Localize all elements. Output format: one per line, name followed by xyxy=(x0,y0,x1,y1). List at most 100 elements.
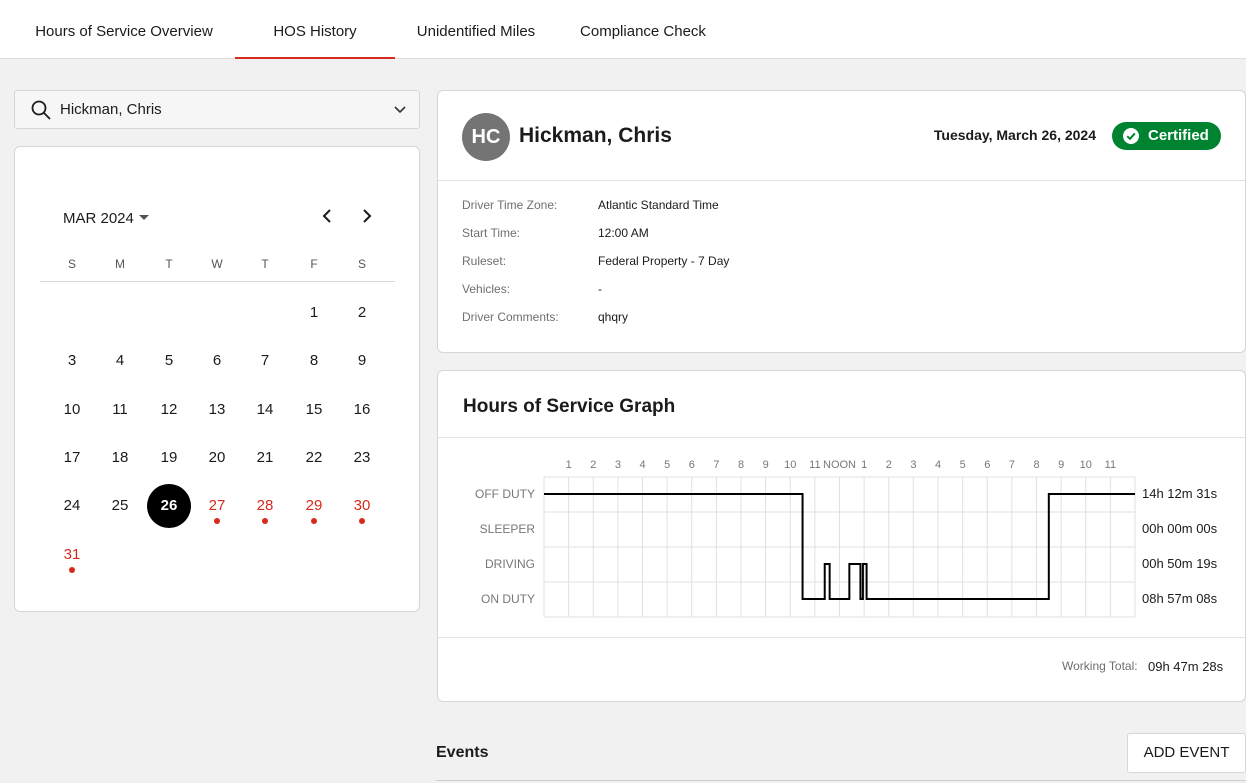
day-number: 25 xyxy=(111,497,129,515)
calendar-day-15[interactable]: 15 xyxy=(292,388,336,432)
weekday-label: M xyxy=(115,257,125,271)
hour-label: 4 xyxy=(639,459,645,471)
day-number: 26 xyxy=(160,497,178,515)
hour-label: 6 xyxy=(689,459,695,471)
hour-label: 6 xyxy=(984,459,990,471)
status-row-total: 08h 57m 08s xyxy=(1142,591,1218,606)
status-row-label: DRIVING xyxy=(485,557,535,571)
calendar-day-16[interactable]: 16 xyxy=(340,388,384,432)
tab-compliance-check[interactable]: Compliance Check xyxy=(570,0,716,59)
day-number: 29 xyxy=(305,497,323,515)
calendar-day-19[interactable]: 19 xyxy=(147,436,191,480)
log-date: Tuesday, March 26, 2024 xyxy=(933,127,1096,143)
status-row-total: 00h 50m 19s xyxy=(1142,556,1218,571)
day-number: 20 xyxy=(208,448,226,466)
day-number: 5 xyxy=(164,352,174,370)
info-label: Driver Time Zone: xyxy=(462,198,558,212)
calendar-day-24[interactable]: 24 xyxy=(50,484,94,528)
calendar-day-1[interactable]: 1 xyxy=(292,291,336,335)
calendar-day-9[interactable]: 9 xyxy=(340,339,384,383)
calendar-day-6[interactable]: 6 xyxy=(195,339,239,383)
divider xyxy=(438,180,1245,181)
day-number: 15 xyxy=(305,400,323,418)
hour-label: 11 xyxy=(1105,459,1116,471)
search-value: Hickman, Chris xyxy=(60,101,162,118)
calendar-day-5[interactable]: 5 xyxy=(147,339,191,383)
calendar-divider xyxy=(40,281,395,282)
calendar-day-30[interactable]: 30 xyxy=(340,484,384,528)
calendar-day-7[interactable]: 7 xyxy=(243,339,287,383)
calendar-day-29[interactable]: 29 xyxy=(292,484,336,528)
day-number: 9 xyxy=(357,352,367,370)
day-number: 7 xyxy=(260,352,270,370)
chevron-down-icon[interactable] xyxy=(393,105,407,115)
calendar-day-31[interactable]: 31 xyxy=(50,533,94,577)
hour-label: NOON xyxy=(823,459,856,471)
driver-search-select[interactable]: Hickman, Chris xyxy=(14,90,420,129)
chevron-right-icon[interactable] xyxy=(359,207,375,225)
day-number: 30 xyxy=(353,497,371,515)
hour-label: 11 xyxy=(809,459,820,471)
event-dot xyxy=(69,566,75,573)
day-number: 28 xyxy=(256,497,274,515)
calendar-day-10[interactable]: 10 xyxy=(50,388,94,432)
calendar-day-13[interactable]: 13 xyxy=(195,388,239,432)
day-number: 22 xyxy=(305,448,323,466)
calendar-day-12[interactable]: 12 xyxy=(147,388,191,432)
info-value: Federal Property - 7 Day xyxy=(598,254,730,268)
calendar-day-17[interactable]: 17 xyxy=(50,436,94,480)
status-row-total: 00h 00m 00s xyxy=(1142,521,1218,536)
certified-label: Certified xyxy=(1148,127,1209,144)
driver-name: Hickman, Chris xyxy=(519,124,672,147)
day-number: 10 xyxy=(63,400,81,418)
calendar-day-28[interactable]: 28 xyxy=(243,484,287,528)
calendar-day-25[interactable]: 25 xyxy=(98,484,142,528)
calendar-day-23[interactable]: 23 xyxy=(340,436,384,480)
calendar-day-22[interactable]: 22 xyxy=(292,436,336,480)
hour-label: 3 xyxy=(615,459,621,471)
calendar-day-4[interactable]: 4 xyxy=(98,339,142,383)
day-number: 18 xyxy=(111,448,129,466)
check-circle-icon xyxy=(1123,128,1139,144)
hour-label: 2 xyxy=(590,459,596,471)
add-event-button[interactable]: ADD EVENT xyxy=(1127,733,1246,773)
calendar: MAR 2024 S M T W T F S 1 2 3 4 5 6 7 8 9 10 11 12 13 14 15 16 1… xyxy=(14,146,420,612)
day-number: 2 xyxy=(357,304,367,321)
month-select[interactable]: MAR 2024 xyxy=(63,210,134,227)
certified-badge: Certified xyxy=(1112,122,1221,150)
calendar-day-21[interactable]: 21 xyxy=(243,436,287,480)
tab-hours-of-service-overview[interactable]: Hours of Service Overview xyxy=(24,0,224,59)
tab-hos-history[interactable]: HOS History xyxy=(235,0,395,59)
info-value: Atlantic Standard Time xyxy=(598,198,719,212)
driver-card: HC Hickman, Chris Tuesday, March 26, 202… xyxy=(437,90,1246,353)
day-number: 8 xyxy=(309,352,319,370)
calendar-day-8[interactable]: 8 xyxy=(292,339,336,383)
hos-graph-card: Hours of Service Graph 1 2 3 4 5 6 7 8 9 10 11 NOON… xyxy=(437,370,1246,702)
day-number: 12 xyxy=(160,400,178,418)
weekday-label: S xyxy=(67,257,76,271)
day-number: 19 xyxy=(160,448,178,466)
calendar-day-27[interactable]: 27 xyxy=(195,484,239,528)
calendar-day-3[interactable]: 3 xyxy=(50,339,94,383)
day-number: 1 xyxy=(309,304,319,321)
tab-unidentified-miles[interactable]: Unidentified Miles xyxy=(405,0,547,59)
calendar-day-2[interactable]: 2 xyxy=(340,291,384,335)
hour-label: 1 xyxy=(861,459,867,471)
status-row-label: ON DUTY xyxy=(481,592,535,606)
calendar-day-26[interactable]: 26 xyxy=(147,484,191,529)
caret-down-icon[interactable] xyxy=(139,215,149,220)
weekday-label: T xyxy=(165,257,173,271)
weekday-label: F xyxy=(310,257,318,271)
event-dot xyxy=(262,518,268,525)
day-number: 4 xyxy=(115,352,125,370)
chevron-left-icon[interactable] xyxy=(319,207,335,225)
calendar-day-18[interactable]: 18 xyxy=(98,436,142,480)
calendar-day-20[interactable]: 20 xyxy=(195,436,239,480)
hour-label: 9 xyxy=(1058,459,1064,471)
calendar-day-11[interactable]: 11 xyxy=(98,388,142,432)
hour-label: 8 xyxy=(738,459,744,471)
hour-label: 7 xyxy=(1009,459,1015,471)
day-number: 14 xyxy=(256,400,274,418)
calendar-day-14[interactable]: 14 xyxy=(243,388,287,432)
weekday-label: S xyxy=(357,257,366,271)
